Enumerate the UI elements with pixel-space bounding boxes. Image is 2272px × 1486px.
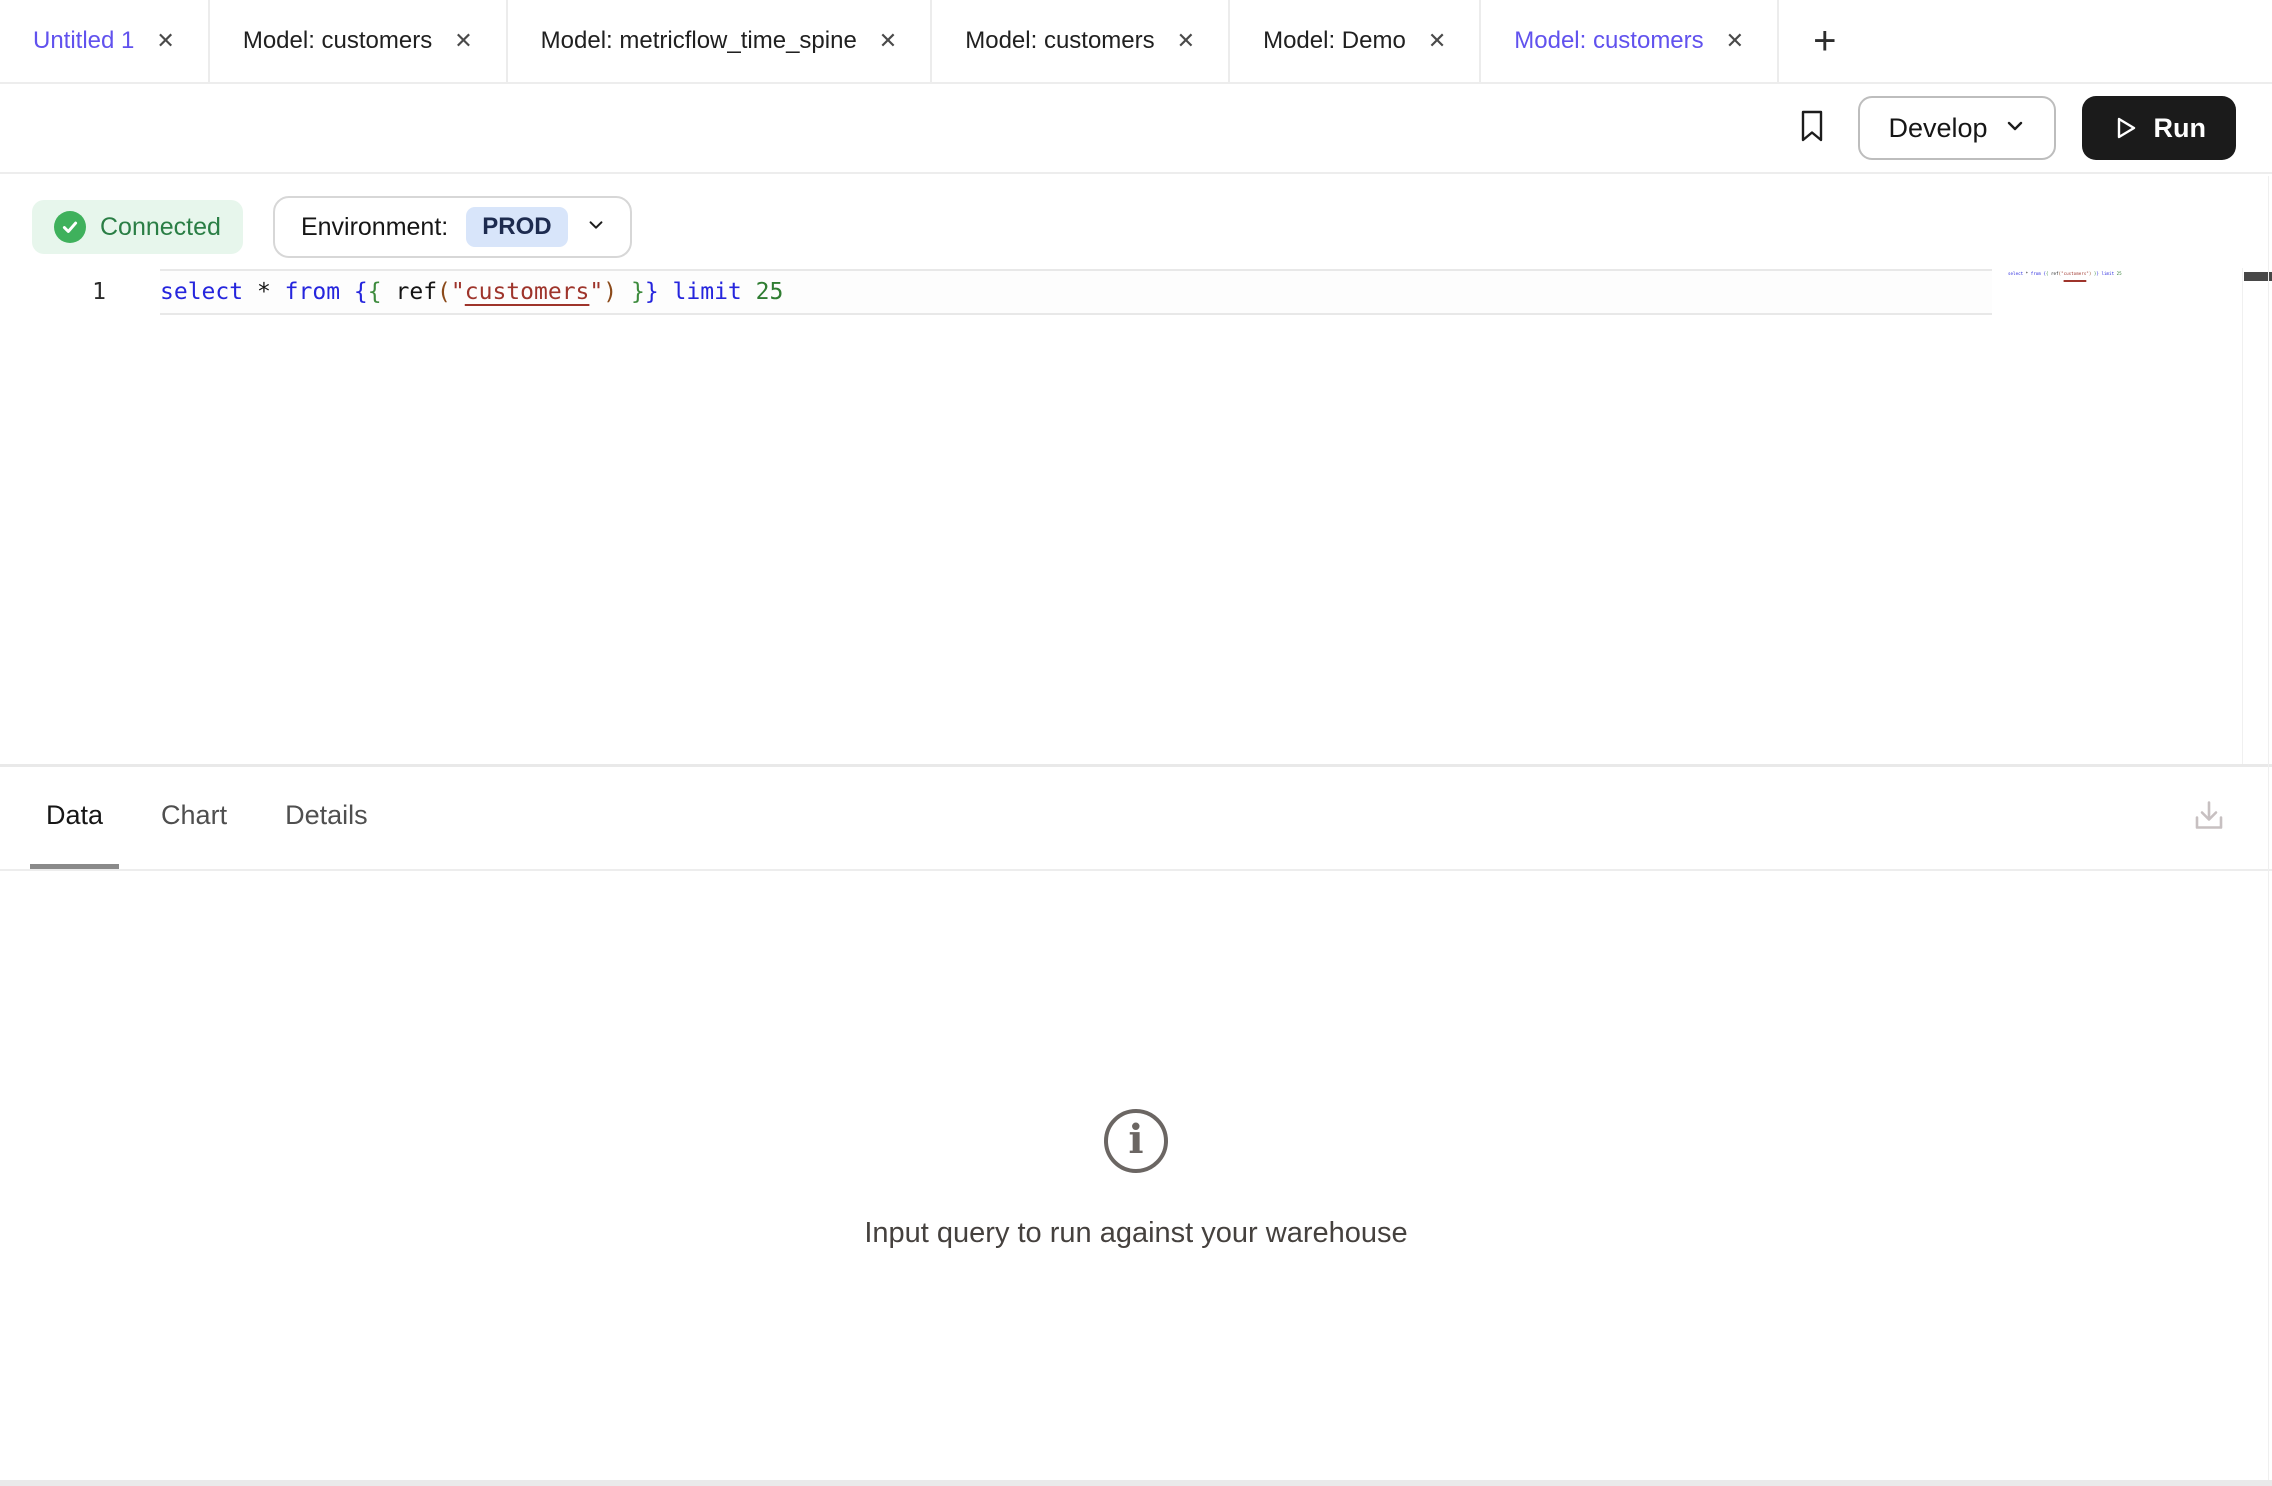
code-token: from [285, 279, 340, 305]
window-bottom-edge [0, 1480, 2272, 1486]
editor-tab[interactable]: Model: Demo ✕ [1230, 0, 1481, 82]
code-token: { [368, 279, 382, 305]
close-icon[interactable]: ✕ [156, 30, 174, 52]
close-icon[interactable]: ✕ [879, 30, 897, 52]
environment-label: Environment: [301, 213, 448, 242]
code-token: } [645, 279, 659, 305]
environment-value-badge: PROD [466, 207, 567, 247]
ide-window: Untitled 1 ✕ Model: customers ✕ Model: m… [0, 0, 2272, 1486]
info-icon: i [1104, 1109, 1168, 1173]
run-button[interactable]: Run [2082, 96, 2236, 160]
editor-tab[interactable]: Model: metricflow_time_spine ✕ [508, 0, 933, 82]
editor-tab[interactable]: Untitled 1 ✕ [0, 0, 210, 82]
line-number: 1 [0, 271, 106, 313]
code-token [243, 279, 257, 305]
window-right-edge [2268, 176, 2269, 1480]
run-button-label: Run [2154, 113, 2206, 144]
new-tab-button[interactable]: + [1779, 0, 1870, 82]
empty-state: i Input query to run against your wareho… [0, 871, 2272, 1250]
bookmark-button[interactable] [1796, 108, 1828, 149]
code-token: ref [2051, 271, 2059, 276]
code-token [382, 279, 396, 305]
editor-tab[interactable]: Model: customers ✕ [932, 0, 1230, 82]
results-panel: Data Chart Details i Input query to run … [0, 767, 2272, 1486]
code-token [742, 279, 756, 305]
close-icon[interactable]: ✕ [454, 30, 472, 52]
code-token: { [354, 279, 368, 305]
editor-tab[interactable]: Model: customers ✕ [1481, 0, 1779, 82]
editor-tab-bar: Untitled 1 ✕ Model: customers ✕ Model: m… [0, 0, 2272, 84]
code-token: from [2031, 271, 2041, 276]
tab-label: Model: customers [1514, 27, 1703, 55]
tab-label: Model: metricflow_time_spine [541, 27, 857, 55]
develop-button-label: Develop [1888, 113, 1987, 144]
bookmark-icon [1796, 108, 1828, 149]
toolbar: Develop Run [0, 84, 2272, 174]
check-circle-icon [54, 211, 86, 243]
environment-selector[interactable]: Environment: PROD [273, 196, 632, 258]
sql-editor[interactable]: Connected Environment: PROD 1 select * f… [0, 174, 2272, 764]
code-token: " [451, 279, 465, 305]
status-row: Connected Environment: PROD [32, 196, 632, 258]
editor-tab[interactable]: Model: customers ✕ [210, 0, 508, 82]
code-token: ) [603, 279, 617, 305]
results-tab-data[interactable]: Data [30, 767, 119, 869]
code-token [271, 279, 285, 305]
play-icon [2112, 115, 2138, 141]
connection-status-label: Connected [100, 213, 221, 242]
code-token: ref [396, 279, 438, 305]
tab-strip: Untitled 1 ✕ Model: customers ✕ Model: m… [0, 0, 1779, 82]
tab-label: Model: Demo [1263, 27, 1406, 55]
code-token: limit [2101, 271, 2114, 276]
empty-state-message: Input query to run against your warehous… [864, 1217, 1407, 1250]
code-token: 25 [756, 279, 784, 305]
code-token [617, 279, 631, 305]
code-token [659, 279, 673, 305]
chevron-down-icon [586, 215, 606, 240]
download-icon [2188, 795, 2230, 842]
plus-icon: + [1813, 19, 1836, 64]
code-token: } [631, 279, 645, 305]
close-icon[interactable]: ✕ [1726, 30, 1744, 52]
chevron-down-icon [2004, 113, 2026, 144]
tab-label: Model: customers [965, 27, 1154, 55]
develop-button[interactable]: Develop [1858, 96, 2055, 160]
download-button[interactable] [2188, 795, 2230, 842]
code-token: 25 [2117, 271, 2122, 276]
code-line[interactable]: select * from {{ ref("customers") }} lim… [160, 271, 783, 313]
results-tab-details[interactable]: Details [269, 767, 384, 869]
code-token: ( [437, 279, 451, 305]
minimap[interactable]: select * from {{ ref("customers") }} lim… [2008, 268, 2122, 280]
close-icon[interactable]: ✕ [1428, 30, 1446, 52]
tab-label: Untitled 1 [33, 27, 134, 55]
close-icon[interactable]: ✕ [1177, 30, 1195, 52]
results-tab-chart[interactable]: Chart [145, 767, 243, 869]
code-token: * [257, 279, 271, 305]
code-token: select [2008, 271, 2023, 276]
connection-status-badge: Connected [32, 200, 243, 254]
code-line-row[interactable]: 1 select * from {{ ref("customers") }} l… [0, 271, 2272, 313]
tab-label: Model: customers [243, 27, 432, 55]
code-token: limit [673, 279, 742, 305]
code-token: " [589, 279, 603, 305]
code-token: customers [465, 279, 590, 305]
code-token: select [160, 279, 243, 305]
code-token [340, 279, 354, 305]
results-tab-bar: Data Chart Details [0, 767, 2272, 871]
results-tabs: Data Chart Details [30, 767, 410, 869]
code-token: customers [2064, 271, 2087, 276]
